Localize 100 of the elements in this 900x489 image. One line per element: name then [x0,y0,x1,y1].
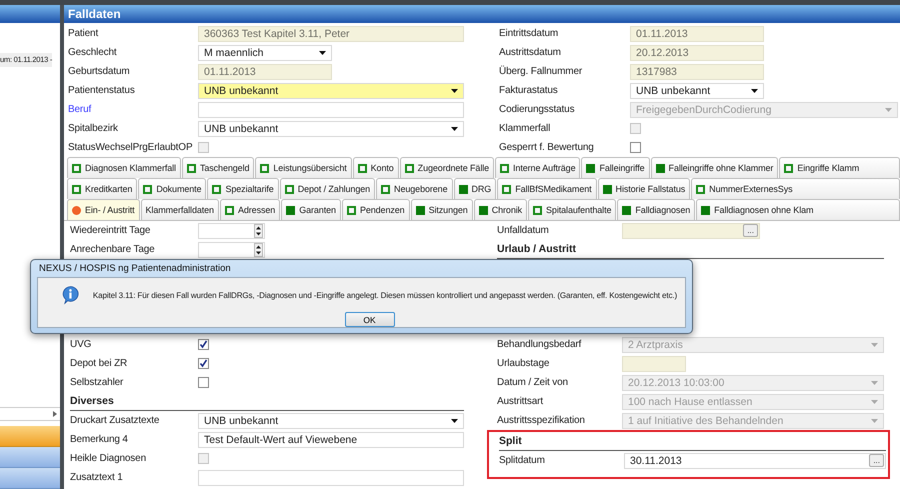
caret-icon [451,126,458,130]
field-label: Eintrittsdatum [499,28,560,39]
field-label: Patient [68,28,100,39]
scroll-arrow-icon[interactable] [53,411,57,417]
field-label: Spitalbezirk [68,123,119,134]
checkbox[interactable] [198,358,209,369]
spinner-field[interactable] [198,242,265,258]
caret-icon [871,400,878,404]
field-label: Splitdatum [499,455,546,466]
tab[interactable]: Spitalaufenthalte [528,199,616,220]
tab[interactable]: Dokumente [138,178,206,199]
square-icon [416,206,425,214]
tab[interactable]: Kreditkarten [67,178,138,199]
tab[interactable]: Spezialtarife [207,178,279,199]
square-icon [286,206,296,214]
tab[interactable]: Ein- / Austritt [67,199,140,220]
checkbox[interactable] [198,339,209,350]
square-outline-icon [784,164,794,172]
square-outline-icon [224,206,234,214]
dialog-title: NEXUS / HOSPIS ng Patientenadministration [38,262,232,276]
tab[interactable]: Eingriffe Klamm [779,157,900,178]
square-outline-icon [284,184,294,194]
field-label: Bemerkung 4 [70,434,129,445]
checkbox[interactable] [630,142,641,153]
field-label: Codierungsstatus [499,104,576,115]
tab[interactable]: Neugeborene [376,178,452,199]
dropdown[interactable]: UNB unbekannt [198,412,464,428]
text-field[interactable] [198,102,464,118]
dropdown[interactable]: UNB unbekannt [630,82,764,98]
tab[interactable]: Konto [352,157,399,178]
field-label: Klammerfall [499,123,552,134]
sidebar-item[interactable] [0,447,60,468]
tab[interactable]: Pendenzen [342,199,410,220]
tab[interactable]: Depot / Zahlungen [280,178,376,199]
text-field[interactable] [198,470,464,486]
field-label: UVG [70,339,92,350]
date-field[interactable]: 30.11.2013 ... [624,452,886,468]
tab[interactable]: Falleingriffe ohne Klammer [650,157,778,178]
tab[interactable]: Diagnosen Klammerfall [67,157,181,178]
text-field[interactable]: Test Default-Wert auf Viewebene [198,432,464,448]
tab[interactable]: NummerExternesSys [691,178,900,199]
square-outline-icon [143,184,152,194]
sidebar-item[interactable] [0,468,60,489]
sidebar-item[interactable] [0,426,60,447]
section-header: Split [499,432,886,451]
field-link[interactable]: Beruf [68,104,198,115]
square-outline-icon [72,184,81,194]
dialog-message: Kapitel 3.11: Für diesen Fall wurden FallDRGs, -Diagnosen und -Eingriffe angelegt. Diesen müssen kontrolliert und angepasst werden. (Garanten, eff. Kostengewicht etc.) [92,290,677,300]
spinner-arrows-icon [254,224,263,238]
tab[interactable]: Falldiagnosen ohne Klam [696,199,900,220]
caret-icon [871,342,878,346]
tab[interactable]: FallBfSMedikament [497,178,597,199]
square-outline-icon [186,164,196,172]
dropdown[interactable]: UNB unbekannt [198,82,464,98]
field-label: Behandlungsbedarf [497,339,582,350]
caret-icon [885,108,892,112]
tab[interactable]: Historie Fallstatus [598,178,690,199]
dropdown[interactable]: UNB unbekannt [198,120,464,136]
dropdown[interactable]: M maennlich [198,44,332,60]
caret-icon [871,418,878,422]
square-outline-icon [260,164,270,172]
field-label: StatusWechselPrgErlaubtOP [68,142,194,153]
spinner-field[interactable] [198,222,265,238]
square-outline-icon [502,184,512,194]
square-icon [602,184,612,194]
field-label: Heikle Diagnosen [70,453,147,464]
tab[interactable]: Zugeordnete Fälle [400,157,494,178]
tab[interactable]: Falldiagnosen [617,199,696,220]
ellipsis-button[interactable]: ... [869,454,884,467]
checkbox[interactable] [198,377,209,388]
tab[interactable]: Garanten [281,199,341,220]
tab[interactable]: Adressen [220,199,280,220]
square-icon [656,164,665,172]
tab[interactable]: Falleingriffe [581,157,650,178]
ok-button[interactable]: OK [344,312,394,327]
field-label: Austrittsdatum [499,47,562,58]
field-label: Wiedereintritt Tage [70,225,152,236]
section-header: Diverses [70,392,464,411]
tab[interactable]: Interne Aufträge [495,157,580,178]
tab[interactable]: Chronik [474,199,528,220]
tab[interactable]: Sitzungen [410,199,473,220]
square-outline-icon [404,164,414,172]
field-label: Selbstzahler [70,377,124,388]
field-label: Überg. Fallnummer [499,66,584,77]
square-outline-icon [533,206,542,214]
square-outline-icon [212,184,222,194]
tab[interactable]: Taschengeld [182,157,254,178]
square-icon [458,184,468,194]
tab[interactable]: Leistungsübersicht [255,157,352,178]
field-label: Anrechenbare Tage [70,244,156,255]
square-outline-icon [358,164,367,172]
tab[interactable]: DRG [454,178,496,199]
square-outline-icon [72,164,81,172]
field-label: Depot bei ZR [70,358,128,369]
spinner-arrows-icon [254,242,263,256]
caret-icon [319,50,326,54]
square-icon [701,206,710,214]
tab[interactable]: Klammerfalldaten [140,199,219,220]
caret-icon [451,88,458,92]
field-label: Unfalldatum [497,225,550,236]
